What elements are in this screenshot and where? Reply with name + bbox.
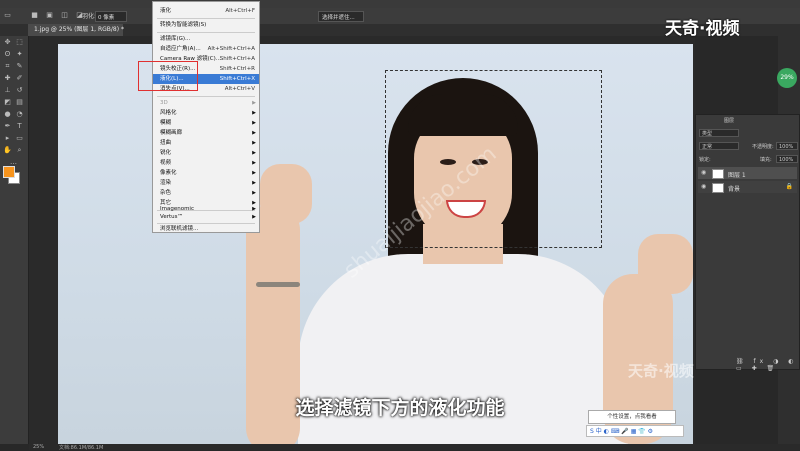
menu-item-video[interactable]: 视频 ▶: [153, 158, 259, 168]
menu-item-blur[interactable]: 模糊 ▶: [153, 118, 259, 128]
layer-row[interactable]: ◉ 背景 🔒: [698, 181, 797, 193]
menu-item-sharpen[interactable]: 锐化 ▶: [153, 148, 259, 158]
tools-panel: ✥ ⬚ ʘ ✦ ⌗ ✎ ✚ ✐ ⊥ ↺ ◩ ▤ ● ◔ ✒ T ▸ ▭ ✋ ⌕ …: [0, 36, 29, 444]
left-fist: [260, 164, 312, 224]
menu-item-3d[interactable]: 3D ▶: [153, 98, 259, 108]
hand-tool-icon[interactable]: ✋: [3, 146, 12, 155]
layer-name: 背景: [728, 186, 741, 193]
opacity-label: 不透明度:: [752, 144, 774, 150]
zoom-level[interactable]: 25%: [33, 444, 44, 450]
magic-wand-icon[interactable]: ✦: [15, 50, 24, 59]
document-tab[interactable]: 1.jpg @ 25% (图层 1, RGB/8) *: [28, 24, 124, 36]
select-mask-button[interactable]: 选择并遮住...: [318, 11, 364, 22]
pen-tool-icon[interactable]: ✒: [3, 122, 12, 131]
right-fist: [638, 234, 693, 294]
type-tool-icon[interactable]: T: [15, 122, 24, 131]
foreground-color-swatch[interactable]: [3, 166, 15, 178]
tab-layers[interactable]: 图层: [724, 117, 734, 124]
menu-item-browse-online[interactable]: 浏览联机滤镜...: [153, 224, 259, 234]
new-selection-icon[interactable]: ■: [30, 11, 39, 20]
eyedropper-icon[interactable]: ✎: [15, 62, 24, 71]
feather-label: 羽化:: [82, 13, 97, 20]
layer-filter-select[interactable]: 类型: [699, 129, 739, 137]
marquee-tool-icon[interactable]: ⬚: [15, 38, 24, 47]
menu-item-pixelate[interactable]: 像素化 ▶: [153, 168, 259, 178]
layer-row[interactable]: ◉ 图层 1: [698, 167, 797, 179]
dodge-tool-icon[interactable]: ◔: [15, 110, 24, 119]
visibility-eye-icon[interactable]: ◉: [701, 169, 706, 176]
lock-label: 锁定:: [699, 157, 711, 163]
menu-item-render[interactable]: 渲染 ▶: [153, 178, 259, 188]
layer-thumbnail: [712, 169, 724, 179]
fill-label: 填充:: [760, 157, 772, 163]
status-bar: 25% 文档:86.1M/86.1M: [29, 444, 800, 451]
opacity-input[interactable]: 100%: [776, 142, 798, 150]
feather-value: 0 像素: [98, 15, 115, 21]
layers-panel: 图层 类型 正常 不透明度: 100% 锁定: 填充: 100% ◉ 图层 1 …: [695, 114, 800, 372]
menu-item-distort[interactable]: 扭曲 ▶: [153, 138, 259, 148]
move-tool-icon[interactable]: ✥: [3, 38, 12, 47]
path-selection-icon[interactable]: ▸: [3, 134, 12, 143]
percent-badge: 29%: [777, 68, 797, 88]
filter-menu: 液化 Alt+Ctrl+F 转换为智能滤镜(S) 滤镜库(G)... 自适应广角(…: [152, 1, 260, 233]
lasso-tool-icon[interactable]: ʘ: [3, 50, 12, 59]
blend-mode-select[interactable]: 正常: [699, 142, 739, 150]
layer-name: 图层 1: [728, 172, 746, 179]
ime-tooltip: 个性设置，点我看看: [588, 410, 676, 424]
highlight-annotation-box: [138, 61, 198, 91]
zoom-tool-icon[interactable]: ⌕: [15, 146, 24, 155]
feather-input[interactable]: 0 像素: [95, 11, 127, 22]
add-selection-icon[interactable]: ▣: [45, 11, 54, 20]
brush-tool-icon[interactable]: ✐: [15, 74, 24, 83]
shape-tool-icon[interactable]: ▭: [15, 134, 24, 143]
menu-item-convert-smart-filter[interactable]: 转换为智能滤镜(S): [153, 20, 259, 30]
eraser-tool-icon[interactable]: ◩: [3, 98, 12, 107]
clone-stamp-icon[interactable]: ⊥: [3, 86, 12, 95]
subtract-selection-icon[interactable]: ◫: [60, 11, 69, 20]
watermark-logo: 天奇·视频: [628, 362, 694, 380]
menu-item-noise[interactable]: 杂色 ▶: [153, 188, 259, 198]
menu-item-blur-gallery[interactable]: 模糊画廊 ▶: [153, 128, 259, 138]
marquee-tool-icon[interactable]: ▭: [3, 11, 12, 20]
ime-toolbar[interactable]: S 中 ◐ ⌨ 🎤 ▦ 👕 ⚙: [586, 425, 684, 437]
bracelet: [256, 282, 300, 287]
subtitle-caption: 选择滤镜下方的液化功能: [295, 397, 505, 419]
blur-tool-icon[interactable]: ●: [3, 110, 12, 119]
menu-item-adaptive-wide-angle[interactable]: 自适应广角(A)... Alt+Shift+Ctrl+A: [153, 44, 259, 54]
history-brush-icon[interactable]: ↺: [15, 86, 24, 95]
lock-icon: 🔒: [785, 183, 793, 190]
menu-bar: [0, 0, 800, 8]
menu-item-stylize[interactable]: 风格化 ▶: [153, 108, 259, 118]
brand-logo: 天奇·视频: [665, 19, 740, 39]
healing-brush-icon[interactable]: ✚: [3, 74, 12, 83]
layer-thumbnail: [712, 183, 724, 193]
menu-item-vertus[interactable]: Vertus™ ▶: [153, 212, 259, 222]
fill-input[interactable]: 100%: [776, 155, 798, 163]
crop-tool-icon[interactable]: ⌗: [3, 62, 12, 71]
select-mask-label: 选择并遮住...: [322, 15, 355, 21]
visibility-eye-icon[interactable]: ◉: [701, 183, 706, 190]
menu-item-filter-gallery[interactable]: 滤镜库(G)...: [153, 34, 259, 44]
gradient-tool-icon[interactable]: ▤: [15, 98, 24, 107]
menu-item-last-filter[interactable]: 液化 Alt+Ctrl+F: [153, 6, 259, 16]
layer-actions-bar[interactable]: ⛓ fx ◑ ◐ ▭ ✚ 🗑: [736, 358, 799, 372]
